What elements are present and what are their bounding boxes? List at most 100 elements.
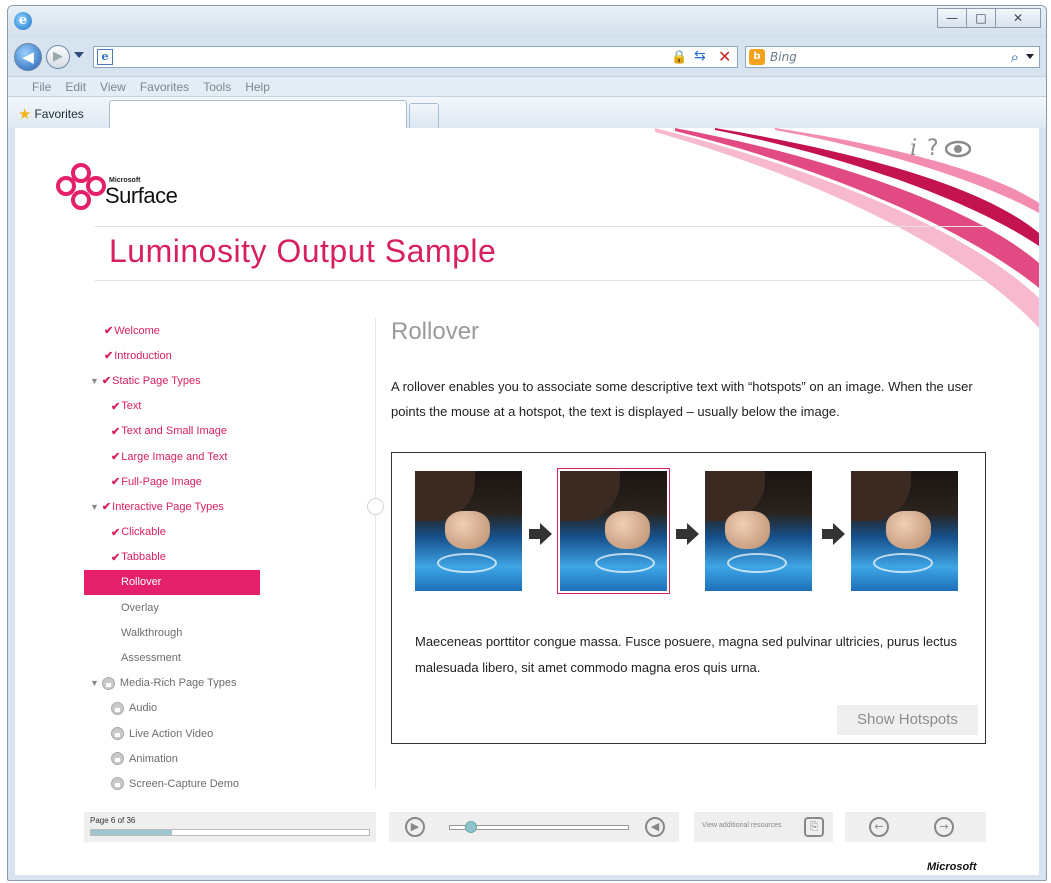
expand-icon[interactable]: ▼	[90, 376, 99, 386]
search-icon[interactable]: ⌕	[1011, 48, 1019, 66]
decorative-swoosh	[655, 128, 1039, 328]
search-box[interactable]: b Bing ⌕	[745, 46, 1040, 68]
resources-icon[interactable]: ⎘	[804, 817, 824, 837]
star-icon: ★	[18, 106, 32, 123]
nav-item[interactable]: ▼ ✔ Static Page Types	[84, 368, 259, 393]
nav-item[interactable]: Rollover	[84, 569, 260, 596]
nav-item-label: Interactive Page Types	[112, 500, 224, 513]
chevron-down-icon[interactable]	[1026, 54, 1034, 59]
title-divider-bottom	[95, 280, 985, 281]
menu-tools[interactable]: Tools	[203, 80, 231, 94]
lock-icon	[101, 676, 115, 690]
audio-slider-handle[interactable]	[465, 821, 477, 833]
nav-item-label: Large Image and Text	[121, 450, 228, 463]
section-description: A rollover enables you to associate some…	[391, 379, 973, 419]
rollover-image-1[interactable]	[415, 471, 522, 591]
play-icon[interactable]: ▶	[405, 817, 425, 837]
page-title: Luminosity Output Sample	[109, 233, 497, 269]
nav-item-label: Assessment	[121, 652, 181, 665]
back-button[interactable]: ◀	[14, 43, 42, 71]
check-icon: ✔	[104, 325, 114, 338]
search-placeholder[interactable]: Bing	[770, 50, 797, 64]
rollover-image-4[interactable]	[851, 471, 958, 591]
lock-icon	[111, 752, 124, 766]
favorites-label: Favorites	[34, 107, 84, 121]
nav-item[interactable]: Walkthrough	[84, 620, 259, 645]
nav-resize-handle[interactable]	[367, 498, 384, 515]
nav-item[interactable]: ✔ Text and Small Image	[84, 419, 259, 444]
rollover-image-2[interactable]	[557, 468, 670, 594]
ie-logo-icon: e	[14, 12, 32, 30]
check-icon: ✔	[101, 501, 112, 514]
previous-page-icon[interactable]: ←	[869, 817, 889, 837]
nav-item[interactable]: ✔ Clickable	[84, 520, 259, 545]
nav-item[interactable]: ✔ Large Image and Text	[84, 444, 259, 469]
next-page-icon[interactable]: →	[934, 817, 954, 837]
menu-favorites[interactable]: Favorites	[140, 80, 189, 94]
nav-item-label: Full-Page Image	[121, 475, 202, 488]
expand-icon[interactable]: ▼	[90, 502, 99, 512]
maximize-button[interactable]: □	[966, 8, 996, 28]
nav-item-label: Text and Small Image	[121, 425, 227, 438]
help-icon[interactable]: ?	[927, 136, 939, 161]
arrow-right-icon	[529, 523, 552, 545]
resources-panel[interactable]: View additional resources ⎘	[694, 812, 833, 842]
section-title: Rollover	[391, 318, 480, 345]
menu-view[interactable]: View	[100, 80, 126, 94]
page-content: i ? Microsoft Surface Luminosity Output …	[15, 128, 1039, 875]
nav-item[interactable]: ✔ Introduction	[84, 343, 259, 368]
top-icons: i ?	[910, 136, 971, 161]
lock-icon[interactable]: 🔒	[671, 50, 687, 65]
nav-item[interactable]: Screen-Capture Demo	[84, 771, 259, 796]
check-icon: ✔	[111, 476, 121, 489]
menu-bar: File Edit View Favorites Tools Help	[8, 76, 1046, 97]
page-icon: e	[97, 49, 113, 65]
title-bar: e — □ ✕	[8, 6, 1046, 38]
nav-item[interactable]: ✔ Welcome	[84, 318, 259, 343]
tab-active[interactable]	[109, 100, 407, 128]
menu-edit[interactable]: Edit	[65, 80, 86, 94]
rollover-image-3[interactable]	[705, 471, 812, 591]
eye-icon[interactable]	[944, 140, 971, 158]
arrow-right-icon	[676, 523, 699, 545]
favorites-button[interactable]: ★ Favorites	[18, 105, 84, 123]
menu-file[interactable]: File	[32, 80, 51, 94]
surface-logo: Microsoft Surface	[55, 162, 178, 218]
nav-item-label: Media-Rich Page Types	[119, 677, 237, 690]
menu-help[interactable]: Help	[245, 80, 270, 94]
stop-icon[interactable]: ✕	[718, 47, 731, 66]
nav-item[interactable]: Live Action Video	[84, 721, 259, 746]
nav-item-label: Clickable	[121, 526, 166, 539]
nav-item[interactable]: ✔ Full-Page Image	[84, 469, 259, 494]
volume-icon[interactable]: ◀	[645, 817, 665, 837]
refresh-icon[interactable]: ⇆	[694, 48, 706, 64]
show-hotspots-button[interactable]: Show Hotspots	[837, 705, 978, 735]
progress-bar	[90, 829, 370, 836]
close-button[interactable]: ✕	[995, 8, 1041, 28]
address-bar[interactable]: e 🔒 ⇆ ✕	[93, 46, 738, 68]
lock-icon	[111, 701, 124, 715]
new-tab-button[interactable]	[409, 103, 439, 128]
nav-item[interactable]: ▼ Media-Rich Page Types	[84, 671, 259, 696]
recent-pages-dropdown[interactable]	[74, 52, 84, 58]
forward-button[interactable]: ▶	[46, 45, 70, 69]
title-divider-top	[95, 226, 985, 227]
nav-item[interactable]: Animation	[84, 746, 259, 771]
info-icon[interactable]: i	[910, 136, 917, 161]
lock-icon	[111, 727, 124, 741]
nav-item[interactable]: Assessment	[84, 645, 259, 670]
nav-item[interactable]: ✔ Tabbable	[84, 545, 259, 570]
rollover-box: Maeceneas porttitor congue massa. Fusce …	[391, 452, 986, 744]
progress-fill	[91, 830, 172, 835]
nav-item[interactable]: Audio	[84, 696, 259, 721]
resources-link[interactable]: View additional resources	[702, 822, 782, 829]
favorites-bar: ★ Favorites	[8, 97, 1046, 128]
arrow-right-icon	[822, 523, 845, 545]
nav-item[interactable]: ▼ ✔ Interactive Page Types	[84, 494, 259, 519]
expand-icon[interactable]: ▼	[90, 678, 99, 688]
check-icon: ✔	[111, 400, 121, 413]
minimize-button[interactable]: —	[937, 8, 967, 28]
nav-item[interactable]: Overlay	[84, 595, 259, 620]
nav-item-label: Audio	[129, 702, 158, 715]
nav-item[interactable]: ✔ Text	[84, 394, 259, 419]
